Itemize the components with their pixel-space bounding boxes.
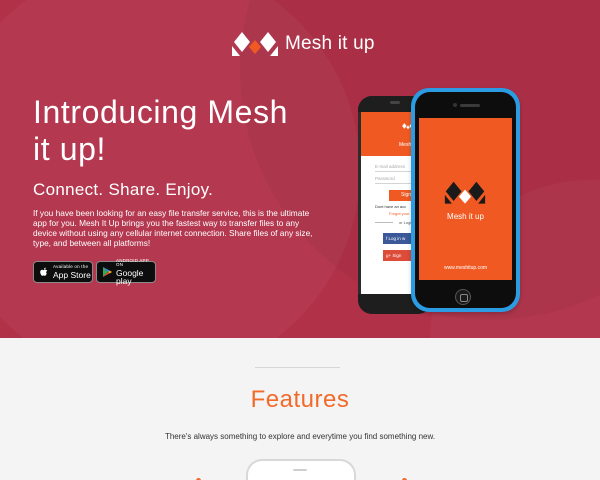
speaker-icon	[293, 469, 307, 471]
iphone-app-name: Mesh it up	[447, 212, 484, 221]
google-play-label: Google play	[116, 267, 144, 286]
features-subtitle: There's always something to explore and …	[164, 432, 436, 441]
site-logo[interactable]: Mesh it up	[230, 28, 375, 60]
android-app-title: Mesh	[399, 142, 412, 148]
brand-name: Mesh it up	[285, 33, 375, 54]
google-play-icon	[103, 267, 112, 277]
google-play-small-text: ANDROID APP ON	[116, 257, 149, 267]
app-store-button[interactable]: Available on the App Store	[33, 261, 93, 283]
home-button-icon	[455, 289, 471, 305]
camera-icon	[390, 101, 400, 104]
facebook-login-label: Log in w	[388, 236, 406, 241]
features-section: Features There's always something to exp…	[0, 338, 600, 480]
phone-mockup	[246, 459, 356, 480]
speaker-icon	[460, 104, 480, 107]
features-title: Features	[250, 386, 350, 413]
hero-headline: Introducing Mesh it up!	[33, 94, 289, 167]
camera-icon	[453, 103, 457, 107]
hero-section: Mesh it up Introducing Mesh it up! Conne…	[0, 0, 600, 338]
forgot-password-link: Forgot your	[389, 211, 410, 216]
hero-description: If you have been looking for an easy fil…	[33, 208, 313, 248]
hero-tagline: Connect. Share. Enjoy.	[33, 180, 214, 199]
apple-icon	[40, 267, 48, 276]
iphone-app-url: www.meshitup.com	[443, 265, 488, 271]
or-login-text: or Logi	[399, 220, 412, 225]
google-login-label: Sign	[392, 253, 402, 258]
divider	[255, 367, 340, 368]
app-store-label: App Store	[53, 269, 91, 280]
iphone-screen: Mesh it up www.meshitup.com	[419, 118, 512, 280]
google-play-button[interactable]: ANDROID APP ON Google play	[96, 257, 156, 286]
no-account-text: Dont have an acc	[375, 204, 407, 209]
mesh-logo-icon	[444, 181, 486, 204]
mesh-logo-icon	[232, 32, 278, 56]
app-store-small-text: Available on the	[53, 264, 89, 269]
